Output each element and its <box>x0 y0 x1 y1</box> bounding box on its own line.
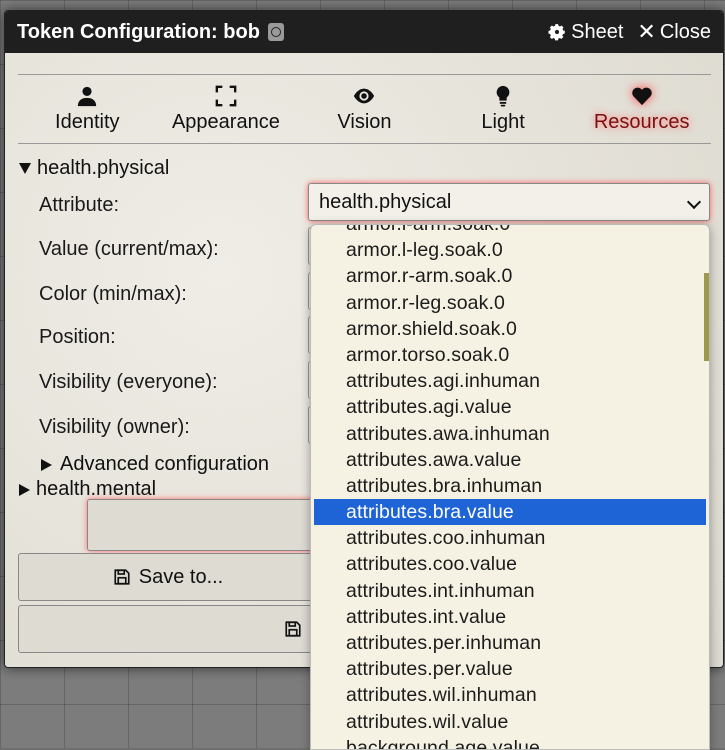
color-label: Color (min/max): <box>39 283 187 305</box>
advanced-label: Advanced configuration <box>60 453 270 475</box>
section-label: health.mental <box>36 478 157 500</box>
dropdown-option[interactable]: attributes.wil.inhuman <box>314 682 706 708</box>
dropdown-scrollbar[interactable] <box>704 273 709 361</box>
lightbulb-icon <box>496 85 510 107</box>
dropdown-option[interactable]: armor.l-arm.soak.0 <box>314 225 706 237</box>
save-button[interactable] <box>18 605 318 653</box>
tab-label: Light <box>481 110 525 133</box>
attribute-select[interactable]: health.physical <box>308 183 710 221</box>
tab-label: Resources <box>593 110 690 133</box>
close-icon: ✕ <box>637 19 656 44</box>
tab-vision[interactable]: Vision <box>295 75 434 143</box>
close-button[interactable]: ✕ Close <box>637 21 711 44</box>
section-health-mental[interactable]: health.mental <box>19 478 156 501</box>
caret-right-icon <box>19 483 30 496</box>
tab-label: Identity <box>55 110 120 133</box>
window-title: Token Configuration: bob <box>17 20 260 43</box>
attribute-select-value: health.physical <box>319 190 452 213</box>
tab-appearance[interactable]: Appearance <box>157 75 296 143</box>
dropdown-option[interactable]: attributes.int.value <box>314 604 706 630</box>
window-titlebar[interactable]: Token Configuration: bob Sheet ✕ Close <box>5 11 723 53</box>
dropdown-option[interactable]: attributes.bra.value <box>314 499 706 526</box>
visibility-everyone-label: Visibility (everyone): <box>39 371 218 393</box>
dropdown-option[interactable]: armor.r-leg.soak.0 <box>314 290 706 316</box>
save-to-button[interactable]: Save to... <box>18 553 318 601</box>
section-label: health.physical <box>37 157 170 179</box>
chevron-down-icon <box>686 194 702 210</box>
dropdown-option[interactable]: armor.shield.soak.0 <box>314 316 706 342</box>
dropdown-options: armor.l-arm.soak.0 armor.l-leg.soak.0 armo… <box>311 225 709 749</box>
value-label: Value (current/max): <box>39 238 219 260</box>
position-label: Position: <box>39 326 116 348</box>
gear-icon <box>548 24 565 41</box>
dropdown-option[interactable]: attributes.wil.value <box>314 709 706 735</box>
sheet-label: Sheet <box>571 20 624 43</box>
advanced-configuration-toggle[interactable]: Advanced configuration <box>41 453 269 476</box>
close-label: Close <box>659 20 711 43</box>
dropdown-option[interactable]: armor.l-leg.soak.0 <box>314 237 706 263</box>
dropdown-option[interactable]: attributes.coo.value <box>314 551 706 577</box>
tab-resources[interactable]: Resources <box>572 75 711 143</box>
dropdown-option[interactable]: attributes.per.inhuman <box>314 630 706 656</box>
user-icon <box>78 86 97 106</box>
floppy-icon <box>285 621 301 637</box>
dropdown-option[interactable]: attributes.agi.value <box>314 394 706 420</box>
floppy-icon <box>114 569 130 585</box>
attribute-label: Attribute: <box>39 194 120 216</box>
tab-label: Vision <box>337 110 392 133</box>
heart-icon <box>631 87 652 105</box>
dropdown-option[interactable]: attributes.awa.value <box>314 447 706 473</box>
attribute-dropdown-list[interactable]: armor.l-arm.soak.0 armor.l-leg.soak.0 armo… <box>310 224 710 750</box>
caret-down-icon <box>19 163 31 174</box>
section-health-physical[interactable]: health.physical <box>19 157 169 180</box>
dropdown-option[interactable]: attributes.agi.inhuman <box>314 368 706 394</box>
dropdown-option[interactable]: attributes.per.value <box>314 656 706 682</box>
sheet-button[interactable]: Sheet <box>547 21 623 44</box>
dropdown-option[interactable]: armor.torso.soak.0 <box>314 342 706 368</box>
dropdown-option[interactable]: attributes.coo.inhuman <box>314 525 706 551</box>
expand-icon <box>215 85 237 106</box>
dropdown-option[interactable]: attributes.bra.inhuman <box>314 473 706 499</box>
world-icon <box>267 23 284 41</box>
tab-identity[interactable]: Identity <box>18 75 157 143</box>
tab-label: Appearance <box>171 110 280 133</box>
tab-light[interactable]: Light <box>434 75 573 143</box>
dropdown-option[interactable]: armor.r-arm.soak.0 <box>314 263 706 289</box>
tab-bar: Identity Appearance Vision Light Resourc… <box>18 74 711 144</box>
eye-icon <box>354 88 375 103</box>
save-to-label: Save to... <box>138 565 224 588</box>
visibility-owner-label: Visibility (owner): <box>39 416 190 438</box>
dropdown-option[interactable]: attributes.int.inhuman <box>314 578 706 604</box>
dropdown-option[interactable]: attributes.awa.inhuman <box>314 421 706 447</box>
caret-right-icon <box>41 458 52 471</box>
